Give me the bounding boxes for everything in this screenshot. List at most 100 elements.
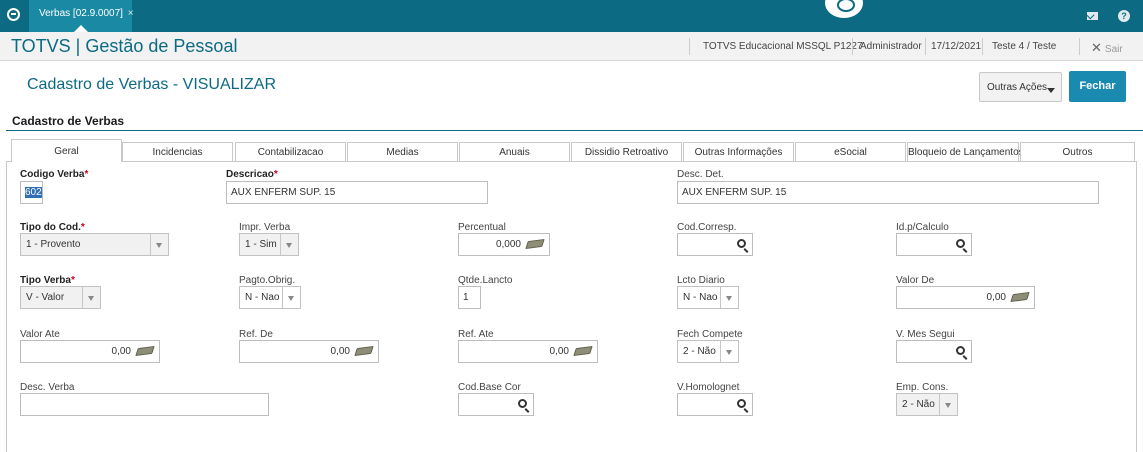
exit-button[interactable]: ✕ Sair	[1091, 40, 1123, 56]
desc-verba-field[interactable]	[20, 393, 269, 416]
app-header: TOTVS | Gestão de Pessoal TOTVS Educacio…	[0, 32, 1143, 61]
header-divider	[982, 38, 983, 55]
header-divider	[925, 38, 926, 55]
id-calculo-label: Id.p/Calculo	[896, 222, 949, 233]
tab-medias[interactable]: Medias	[347, 142, 458, 162]
close-tab-icon[interactable]: ×	[128, 8, 134, 19]
required-marker: *	[70, 275, 75, 286]
ref-ate-field[interactable]: 0,00	[458, 340, 598, 363]
currency-icon	[525, 238, 545, 250]
tab-incidencias[interactable]: Incidencias	[122, 142, 233, 162]
header-divider	[689, 38, 690, 55]
help-icon[interactable]: ?	[1118, 10, 1130, 22]
cod-corresp-label: Cod.Corresp.	[677, 222, 737, 233]
top-bar: Verbas [02.9.0007] × ?	[0, 0, 1143, 32]
lcto-diario-label: Lcto Diario	[677, 275, 725, 286]
page-title: Cadastro de Verbas - VISUALIZAR	[27, 76, 276, 93]
chat-icon[interactable]	[823, 0, 865, 20]
v-homolognet-field[interactable]	[677, 393, 753, 416]
exit-label: Sair	[1104, 44, 1123, 55]
v-mes-segui-field[interactable]	[896, 340, 972, 363]
codigo-verba-label: Codigo Verba*	[20, 169, 89, 180]
tab-outros[interactable]: Outros	[1020, 142, 1135, 162]
section-divider	[6, 130, 1143, 131]
required-marker: *	[80, 222, 85, 233]
desc-det-label: Desc. Det.	[677, 169, 724, 180]
currency-icon	[135, 345, 155, 357]
tab-outras-informacoes[interactable]: Outras Informações	[683, 142, 794, 162]
pagto-obrig-select[interactable]: N - Nao	[239, 286, 301, 309]
company-branch[interactable]: Teste 4 / Teste	[992, 41, 1056, 52]
id-calculo-field[interactable]	[896, 233, 972, 256]
percentual-field[interactable]: 0,000	[458, 233, 550, 256]
descricao-field[interactable]: AUX ENFERM SUP. 15	[226, 181, 488, 204]
ref-de-field[interactable]: 0,00	[239, 340, 379, 363]
header-divider	[1079, 38, 1080, 55]
emp-cons-label: Emp. Cons.	[896, 382, 949, 393]
chevron-down-icon	[82, 287, 100, 308]
pagto-obrig-label: Pagto.Obrig.	[239, 275, 296, 286]
active-tab-caret-icon	[74, 25, 88, 32]
totvs-logo-icon[interactable]	[7, 8, 20, 21]
search-icon[interactable]	[956, 239, 965, 248]
ref-ate-label: Ref. Ate	[458, 329, 494, 340]
tipo-verba-label: Tipo Verba*	[20, 275, 75, 286]
window-tab-verbas[interactable]: Verbas [02.9.0007] ×	[29, 0, 134, 32]
fech-compete-label: Fech Compete	[677, 329, 743, 340]
valor-de-field[interactable]: 0,00	[896, 286, 1035, 309]
desc-det-field[interactable]: AUX ENFERM SUP. 15	[677, 181, 1099, 204]
emp-cons-select[interactable]: 2 - Não	[896, 393, 958, 416]
valor-ate-label: Valor Ate	[20, 329, 60, 340]
close-button[interactable]: Fechar	[1069, 71, 1126, 102]
search-icon[interactable]	[956, 346, 965, 355]
currency-icon	[573, 345, 593, 357]
tab-contabilizacao[interactable]: Contabilizacao	[235, 142, 346, 162]
valor-de-label: Valor De	[896, 275, 935, 286]
environment-label: TOTVS Educacional MSSQL P1227	[703, 41, 863, 52]
chevron-down-icon	[150, 234, 168, 255]
percentual-label: Percentual	[458, 222, 506, 233]
tab-bloqueio-de-lancamentos[interactable]: Bloqueio de Lançamentos	[907, 142, 1024, 162]
chevron-down-icon	[282, 287, 300, 308]
tipo-verba-select[interactable]: V - Valor	[20, 286, 101, 309]
qtde-lancto-field[interactable]: 1	[458, 286, 481, 309]
tipo-cod-select[interactable]: 1 - Provento	[20, 233, 169, 256]
chevron-down-icon	[280, 234, 298, 255]
fech-compete-select[interactable]: 2 - Não	[677, 340, 739, 363]
impr-verba-label: Impr. Verba	[239, 222, 291, 233]
currency-icon	[354, 345, 374, 357]
search-icon[interactable]	[518, 399, 527, 408]
section-title: Cadastro de Verbas	[12, 114, 125, 128]
other-actions-label: Outras Ações	[987, 82, 1048, 93]
other-actions-button[interactable]: Outras Ações	[979, 72, 1062, 102]
required-marker: *	[273, 169, 278, 180]
impr-verba-select[interactable]: 1 - Sim	[239, 233, 299, 256]
tab-anuais[interactable]: Anuais	[459, 142, 570, 162]
v-mes-segui-label: V. Mes Segui	[896, 329, 955, 340]
lcto-diario-select[interactable]: N - Nao	[677, 286, 739, 309]
cod-base-cor-label: Cod.Base Cor	[458, 382, 521, 393]
tab-esocial[interactable]: eSocial	[795, 142, 906, 162]
chevron-down-icon	[939, 394, 957, 415]
descricao-label: Descricao*	[226, 169, 278, 180]
tab-dissidio-retroativo[interactable]: Dissidio Retroativo	[571, 142, 682, 162]
codigo-verba-field[interactable]: 602	[20, 181, 43, 204]
tab-geral[interactable]: Geral	[11, 139, 122, 162]
window-tab-label: Verbas [02.9.0007]	[39, 8, 123, 19]
v-homolognet-label: V.Homolognet	[677, 382, 740, 393]
mail-icon[interactable]	[1087, 12, 1098, 20]
close-icon: ✕	[1091, 40, 1102, 55]
cod-corresp-field[interactable]	[677, 233, 753, 256]
user-name[interactable]: Administrador	[860, 41, 922, 52]
valor-ate-field[interactable]: 0,00	[20, 340, 160, 363]
search-icon[interactable]	[737, 399, 746, 408]
cod-base-cor-field[interactable]	[458, 393, 534, 416]
tipo-cod-label: Tipo do Cod.*	[20, 222, 85, 233]
header-divider	[852, 38, 853, 55]
currency-icon	[1010, 291, 1030, 303]
required-marker: *	[84, 169, 89, 180]
qtde-lancto-label: Qtde.Lancto	[458, 275, 513, 286]
chevron-down-icon	[720, 287, 738, 308]
search-icon[interactable]	[737, 239, 746, 248]
desc-verba-label: Desc. Verba	[20, 382, 75, 393]
